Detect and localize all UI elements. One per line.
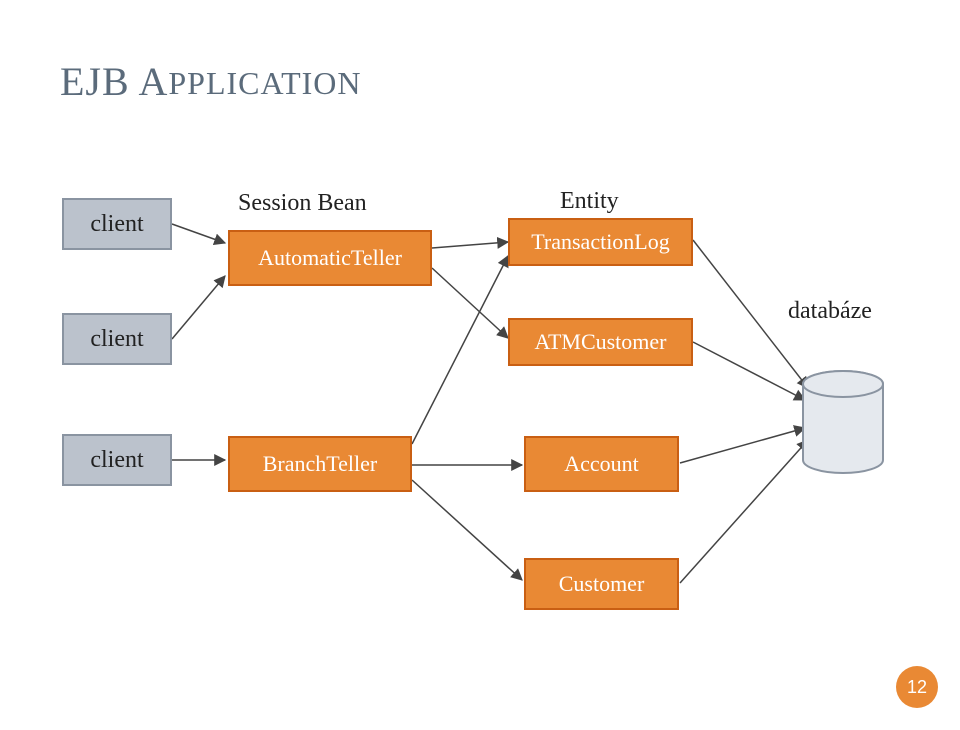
entity-label: Entity [560,188,619,215]
branch-teller-box: BranchTeller [228,436,412,492]
transaction-log-label: TransactionLog [531,229,670,255]
customer-box: Customer [524,558,679,610]
automatic-teller-box: AutomaticTeller [228,230,432,286]
client-box-2-label: client [90,326,143,353]
title-word2-first: A [138,59,168,104]
session-bean-label: Session Bean [238,190,367,217]
database-label: databáze [788,298,872,325]
title-word1: EJB [60,59,130,104]
title-word2-rest: PPLICATION [168,65,361,101]
slide-title: EJB APPLICATION [60,58,362,105]
atm-customer-box: ATMCustomer [508,318,693,366]
slide: EJB APPLICATION [0,0,960,730]
database-icon [803,371,883,473]
transaction-log-box: TransactionLog [508,218,693,266]
client-box-3: client [62,434,172,486]
customer-label: Customer [559,571,645,597]
client-box-3-label: client [90,447,143,474]
client-box-2: client [62,313,172,365]
page-number-badge: 12 [896,666,938,708]
client-box-1: client [62,198,172,250]
atm-customer-label: ATMCustomer [535,329,667,355]
page-number: 12 [907,677,927,698]
account-label: Account [564,451,639,477]
client-box-1-label: client [90,211,143,238]
connectors [0,0,960,730]
automatic-teller-label: AutomaticTeller [258,245,402,271]
account-box: Account [524,436,679,492]
branch-teller-label: BranchTeller [263,451,378,477]
